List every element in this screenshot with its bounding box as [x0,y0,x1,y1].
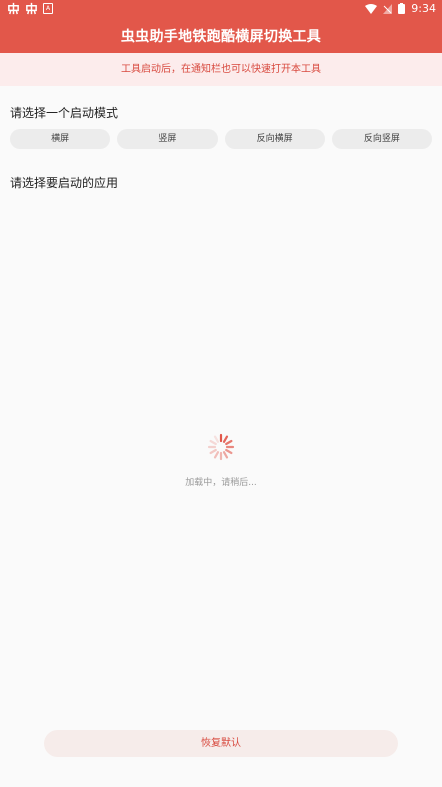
app-section-label: 请选择要启动的应用 [10,176,119,190]
app-header: A 9:34 虫虫助手地铁跑酷横屏切换工具 [0,0,442,53]
mode-reverse-landscape-button[interactable]: 反向横屏 [224,129,325,149]
notice-banner: 工具启动后，在通知栏也可以快速打开本工具 [0,53,442,86]
loading-text: 加载中，请稍后... [185,478,257,488]
mode-landscape-button[interactable]: 横屏 [10,129,111,149]
mode-portrait-button[interactable]: 竖屏 [117,129,218,149]
status-time: 9:34 [411,2,436,15]
signal-off-icon [383,3,393,14]
status-bar: A 9:34 [0,0,442,18]
mode-section-label: 请选择一个启动模式 [10,106,119,120]
loading-spinner-icon [207,433,235,461]
status-system: 9:34 [365,2,436,15]
battery-icon [398,3,406,14]
status-notifications: A [7,2,53,15]
reset-default-button[interactable]: 恢复默认 [44,730,398,757]
mode-button-group: 横屏 竖屏 反向横屏 反向竖屏 [10,129,432,149]
mode-reverse-portrait-button[interactable]: 反向竖屏 [331,129,432,149]
bug-app-icon [8,2,19,15]
wifi-icon [365,3,378,14]
bug-app-icon [26,2,37,15]
a-notification-icon: A [43,3,53,14]
page-title: 虫虫助手地铁跑酷横屏切换工具 [120,29,322,45]
